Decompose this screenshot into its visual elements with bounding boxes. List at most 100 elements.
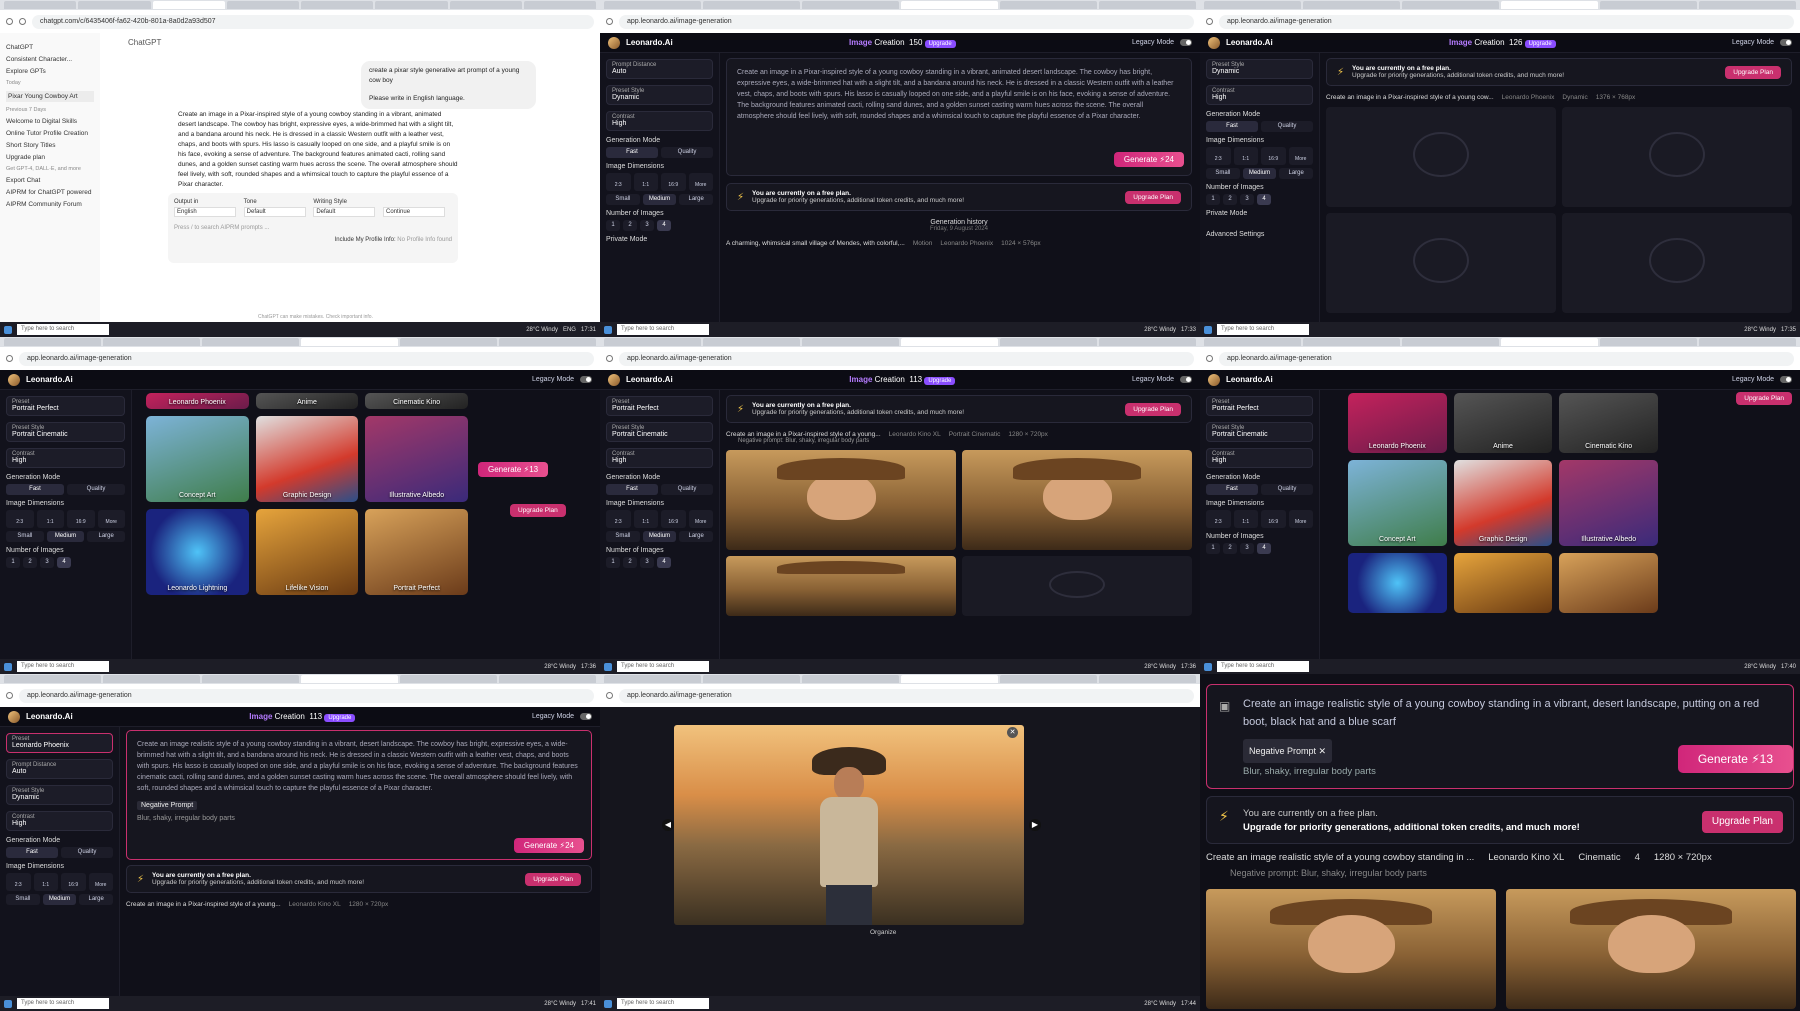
dim-1-1[interactable]: 1:1	[1233, 147, 1258, 165]
url-field[interactable]: app.leonardo.ai/image-generation	[19, 351, 594, 366]
sidebar-item-tutor[interactable]: Online Tutor Profile Creation	[6, 130, 94, 137]
num-2[interactable]: 2	[1223, 194, 1237, 205]
sidebar-upgrade[interactable]: Upgrade plan	[6, 154, 94, 161]
quality-button[interactable]: Quality	[1261, 484, 1313, 495]
sidebar-item-consistent[interactable]: Consistent Character...	[6, 56, 94, 63]
upgrade-badge[interactable]: Upgrade	[924, 377, 956, 385]
dim-16-9[interactable]: 16:9	[661, 510, 686, 528]
url-field[interactable]: app.leonardo.ai/image-generation	[619, 14, 1194, 29]
dim-more[interactable]: More	[1288, 510, 1313, 528]
result-image[interactable]	[726, 450, 956, 550]
num-3[interactable]: 3	[640, 220, 654, 231]
address-bar[interactable]: app.leonardo.ai/image-generation	[0, 684, 600, 707]
negative-input[interactable]: Blur, shaky, irregular body parts	[1243, 763, 1376, 781]
url-field[interactable]: app.leonardo.ai/image-generation	[1219, 351, 1794, 366]
windows-icon[interactable]	[604, 662, 612, 671]
contrast-select[interactable]: Contrast High	[606, 111, 713, 131]
style-card-lightning[interactable]	[1348, 553, 1447, 613]
size-large[interactable]: Large	[87, 531, 126, 542]
prompt-distance-select[interactable]: Prompt Distance Auto	[606, 59, 713, 79]
preset-style-select[interactable]: Preset Style Portrait Cinematic	[606, 422, 713, 442]
dim-1-1[interactable]: 1:1	[33, 873, 58, 891]
dim-more[interactable]: More	[88, 873, 113, 891]
quality-button[interactable]: Quality	[61, 847, 113, 858]
windows-icon[interactable]	[1204, 662, 1212, 671]
windows-icon[interactable]	[4, 662, 12, 671]
contrast-select[interactable]: Contrast High	[6, 448, 125, 468]
preset-select[interactable]: Preset Leonardo Phoenix	[6, 733, 113, 753]
size-medium[interactable]: Medium	[642, 531, 677, 542]
num-1[interactable]: 1	[606, 557, 620, 568]
preset-select[interactable]: Preset Portrait Perfect	[1206, 396, 1313, 416]
num-4[interactable]: 4	[1257, 543, 1271, 554]
preset-style-select[interactable]: Preset Style Dynamic	[606, 85, 713, 105]
dim-more[interactable]: More	[97, 510, 125, 528]
num-3[interactable]: 3	[40, 557, 54, 568]
contrast-select[interactable]: Contrast High	[606, 448, 713, 468]
output-select[interactable]: Output in English	[174, 199, 236, 217]
style-card-portrait[interactable]	[1559, 553, 1658, 613]
size-medium[interactable]: Medium	[1242, 168, 1277, 179]
num-4[interactable]: 4	[1257, 194, 1271, 205]
private-mode[interactable]: Private Mode	[606, 236, 713, 243]
generating-image[interactable]	[1326, 213, 1556, 313]
address-bar[interactable]: app.leonardo.ai/image-generation	[600, 684, 1200, 707]
address-bar[interactable]: app.leonardo.ai/image-generation	[0, 347, 600, 370]
taskbar-search[interactable]: Type here to search	[1217, 661, 1309, 672]
style-card-graphic[interactable]: Graphic Design	[1453, 460, 1553, 546]
sidebar-item-story[interactable]: Short Story Titles	[6, 142, 94, 149]
style-card-concept[interactable]: Concept Art	[146, 416, 249, 502]
taskbar-search[interactable]: Type here to search	[617, 661, 709, 672]
generate-button[interactable]: Generate ⚡13	[1677, 745, 1793, 773]
num-1[interactable]: 1	[606, 220, 620, 231]
address-bar[interactable]: app.leonardo.ai/image-generation	[600, 10, 1200, 33]
generate-button[interactable]: Generate ⚡13	[478, 462, 549, 477]
taskbar-search[interactable]: Type here to search	[17, 998, 109, 1009]
back-icon[interactable]	[6, 355, 13, 362]
style-card-phoenix[interactable]: Leonardo Phoenix	[146, 393, 249, 409]
back-icon[interactable]	[1206, 18, 1213, 25]
dim-2-3[interactable]: 2:3	[606, 173, 631, 191]
dim-16-9[interactable]: 16:9	[661, 173, 686, 191]
dim-more[interactable]: More	[688, 173, 713, 191]
preset-style-select[interactable]: Preset Style Dynamic	[1206, 59, 1313, 79]
result-image[interactable]	[1506, 889, 1796, 1009]
taskbar-search[interactable]: Type here to search	[617, 324, 709, 335]
result-image[interactable]	[962, 450, 1192, 550]
windows-icon[interactable]	[1204, 325, 1212, 334]
style-card-lifelike[interactable]	[1453, 553, 1553, 613]
style-card-kino[interactable]: Cinematic Kino	[1559, 393, 1658, 453]
sidebar-item-digital[interactable]: Welcome to Digital Skills	[6, 118, 94, 125]
generate-button[interactable]: Generate ⚡24	[1113, 152, 1184, 167]
generate-button[interactable]: Generate ⚡24	[513, 838, 584, 853]
address-bar[interactable]: chatgpt.com/c/6435406f-fa62-420b-801a-8a…	[0, 10, 600, 33]
prompt-input[interactable]: Create an image realistic style of a you…	[1243, 695, 1781, 731]
fast-button[interactable]: Fast	[6, 484, 64, 495]
browser-tabs[interactable]	[0, 674, 600, 684]
dim-2-3[interactable]: 2:3	[6, 873, 31, 891]
history-row[interactable]: Create an image in a Pixar-inspired styl…	[726, 431, 1192, 438]
url-field[interactable]: app.leonardo.ai/image-generation	[619, 351, 1194, 366]
upgrade-badge[interactable]: Upgrade	[324, 714, 356, 722]
dim-2-3[interactable]: 2:3	[606, 510, 631, 528]
size-medium[interactable]: Medium	[46, 531, 85, 542]
back-icon[interactable]	[1206, 355, 1213, 362]
address-bar[interactable]: app.leonardo.ai/image-generation	[1200, 10, 1800, 33]
back-icon[interactable]	[606, 692, 613, 699]
quality-button[interactable]: Quality	[661, 147, 713, 158]
url-field[interactable]: app.leonardo.ai/image-generation	[619, 688, 1194, 703]
history-row[interactable]: Create an image in a Pixar-inspired styl…	[126, 901, 592, 908]
style-card-portrait[interactable]: Portrait Perfect	[365, 509, 468, 595]
num-2[interactable]: 2	[1223, 543, 1237, 554]
size-small[interactable]: Small	[606, 531, 640, 542]
dim-more[interactable]: More	[1288, 147, 1313, 165]
size-small[interactable]: Small	[6, 531, 44, 542]
num-1[interactable]: 1	[1206, 194, 1220, 205]
address-bar[interactable]: app.leonardo.ai/image-generation	[1200, 347, 1800, 370]
num-4[interactable]: 4	[657, 220, 671, 231]
prompt-input[interactable]: Create an image realistic style of a you…	[137, 739, 581, 794]
style-card-lightning[interactable]: Leonardo Lightning	[146, 509, 249, 595]
quality-button[interactable]: Quality	[661, 484, 713, 495]
preset-select[interactable]: Preset Portrait Perfect	[6, 396, 125, 416]
upgrade-badge[interactable]: Upgrade	[1524, 40, 1556, 48]
